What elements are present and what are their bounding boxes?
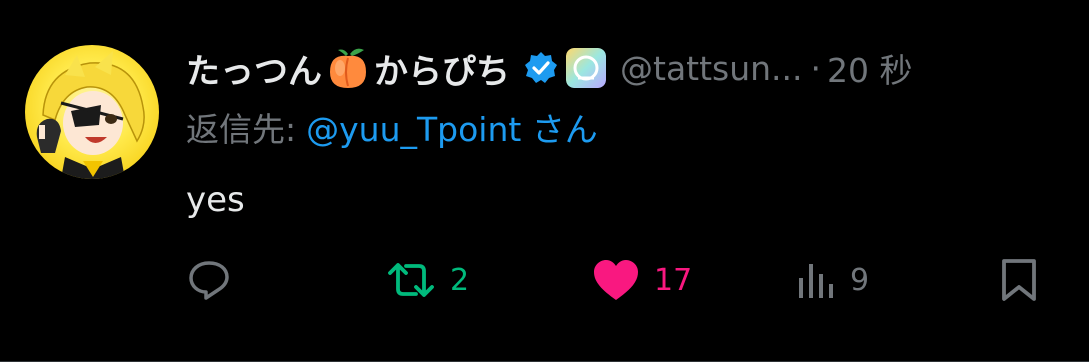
separator-dot: · — [810, 48, 822, 88]
tweet-card[interactable]: たっつん からぴち @tattsun... · 20 秒 返信先: @yuu_T… — [0, 0, 1089, 362]
heart-icon — [594, 260, 638, 300]
retweet-button[interactable]: 2 — [386, 250, 469, 310]
tweet-header: たっつん からぴち @tattsun... · 20 秒 — [186, 38, 1066, 98]
verified-badge-icon[interactable] — [524, 51, 558, 85]
reply-icon — [189, 261, 229, 300]
reply-target-link[interactable]: @yuu_Tpoint さん — [306, 103, 598, 151]
views-button[interactable]: 9 — [796, 250, 869, 310]
reply-button[interactable] — [186, 250, 232, 310]
reply-context: 返信先: @yuu_Tpoint さん — [186, 102, 598, 152]
display-name-suffix[interactable]: からぴち — [374, 44, 510, 93]
tweet-text: yes — [186, 180, 245, 220]
like-button[interactable]: 17 — [592, 250, 692, 310]
views-icon — [799, 264, 833, 298]
bookmark-icon — [1002, 259, 1036, 301]
peach-emoji-icon — [330, 48, 366, 88]
affiliate-badge-icon[interactable] — [566, 48, 606, 88]
retweet-icon — [388, 263, 434, 297]
avatar[interactable] — [25, 45, 159, 179]
reply-prefix: 返信先: — [186, 110, 297, 149]
timestamp[interactable]: 20 秒 — [827, 44, 912, 92]
action-bar: 2 17 9 — [186, 250, 1046, 310]
bookmark-button[interactable] — [998, 250, 1040, 310]
display-name[interactable]: たっつん — [186, 44, 322, 93]
retweet-count: 2 — [450, 262, 470, 298]
avatar-illustration — [36, 51, 145, 179]
author-handle[interactable]: @tattsun... — [620, 49, 803, 88]
views-count: 9 — [850, 262, 870, 298]
like-count: 17 — [654, 262, 693, 298]
